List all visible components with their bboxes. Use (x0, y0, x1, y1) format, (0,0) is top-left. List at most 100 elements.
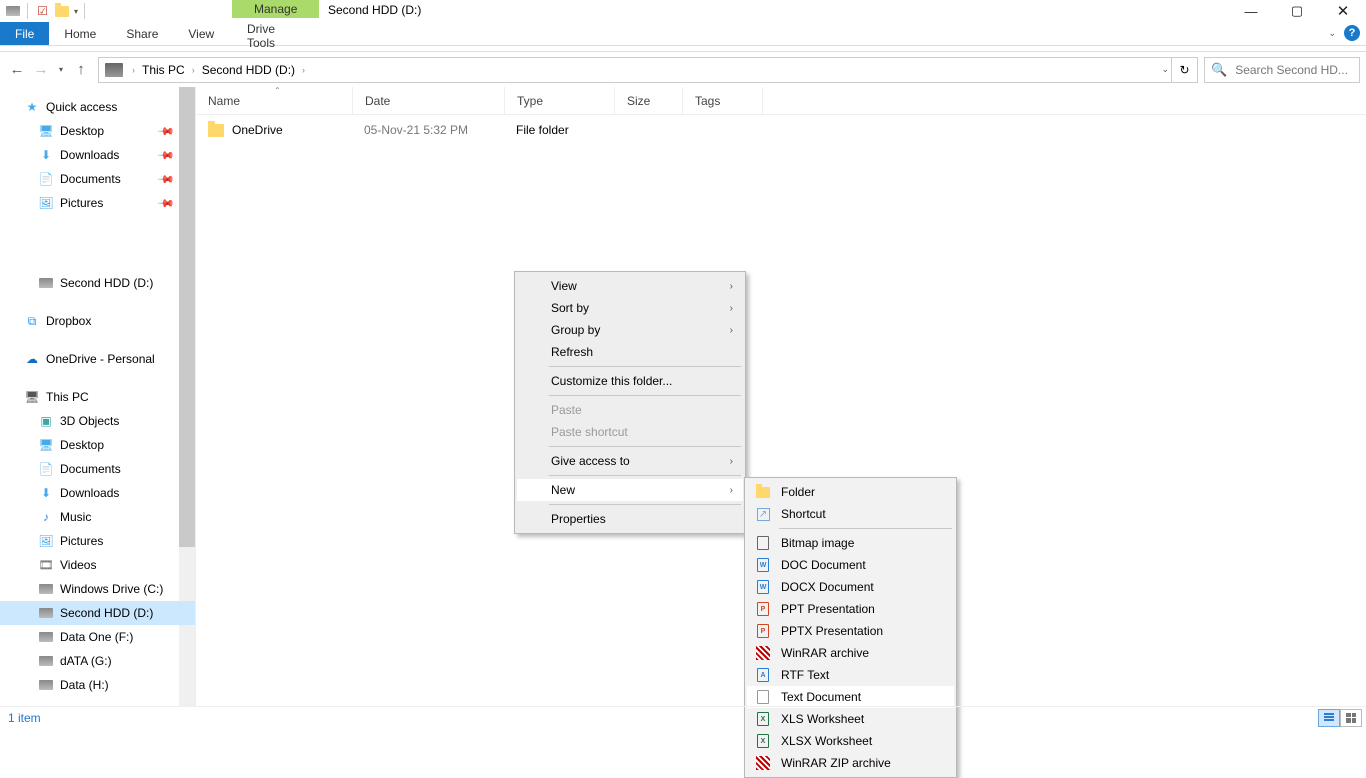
sidebar-music[interactable]: ♪Music (0, 505, 195, 529)
menu-label: Bitmap image (781, 536, 854, 550)
menu-label: PPTX Presentation (781, 624, 883, 638)
sidebar-data-g[interactable]: dATA (G:) (0, 649, 195, 673)
pc-icon: 🖥 (24, 389, 40, 405)
folder-icon (208, 124, 224, 137)
search-input[interactable]: 🔍 Search Second HD... (1204, 57, 1360, 83)
menu-new[interactable]: New› (517, 479, 743, 501)
submenu-shortcut[interactable]: ↗Shortcut (747, 503, 954, 525)
forward-button[interactable]: → (30, 57, 52, 83)
sidebar-this-pc[interactable]: 🖥This PC (0, 385, 195, 409)
sort-indicator-icon: ⌃ (274, 86, 281, 95)
column-tags[interactable]: Tags (683, 87, 763, 114)
menu-paste: Paste (517, 399, 743, 421)
chevron-right-icon[interactable]: › (297, 65, 310, 75)
file-row-onedrive[interactable]: OneDrive 05-Nov-21 5:32 PM File folder (196, 119, 1366, 141)
help-icon[interactable]: ? (1344, 25, 1360, 41)
address-dropdown-icon[interactable]: ⌄ (1161, 64, 1169, 75)
chevron-right-icon: › (730, 456, 733, 467)
sidebar-data-h[interactable]: Data (H:) (0, 673, 195, 697)
history-dropdown-icon[interactable]: ▾ (54, 57, 68, 83)
submenu-txt[interactable]: Text Document (747, 686, 954, 708)
menu-label: Properties (551, 512, 606, 526)
file-name: OneDrive (232, 123, 364, 137)
tab-file[interactable]: File (0, 22, 49, 45)
breadcrumb-drive[interactable]: Second HDD (D:) (200, 63, 297, 77)
contextual-tab-manage[interactable]: Manage (232, 0, 319, 18)
address-bar[interactable]: › This PC › Second HDD (D:) › ⌄ ↻ (98, 57, 1198, 83)
onedrive-icon: ☁ (24, 351, 40, 367)
column-date[interactable]: Date (353, 87, 505, 114)
sidebar-downloads-2[interactable]: ⬇Downloads (0, 481, 195, 505)
submenu-xlsx[interactable]: XXLSX Worksheet (747, 730, 954, 752)
submenu-rar[interactable]: WinRAR archive (747, 642, 954, 664)
sidebar-label: Second HDD (D:) (60, 276, 153, 290)
menu-sort-by[interactable]: Sort by› (517, 297, 743, 319)
tab-drive-tools[interactable]: Drive Tools (232, 22, 310, 50)
submenu-pptx[interactable]: PPPTX Presentation (747, 620, 954, 642)
tab-view[interactable]: View (173, 22, 229, 45)
back-button[interactable]: ← (6, 57, 28, 83)
maximize-button[interactable]: ▢ (1274, 0, 1320, 22)
pictures-icon: 🖼 (38, 533, 54, 549)
tab-share[interactable]: Share (111, 22, 173, 45)
menu-give-access[interactable]: Give access to› (517, 450, 743, 472)
submenu-docx[interactable]: WDOCX Document (747, 576, 954, 598)
submenu-folder[interactable]: Folder (747, 481, 954, 503)
videos-icon: 🎞 (38, 557, 54, 573)
menu-label: WinRAR ZIP archive (781, 756, 891, 770)
sidebar-second-hdd-2[interactable]: Second HDD (D:) (0, 601, 195, 625)
menu-refresh[interactable]: Refresh (517, 341, 743, 363)
menu-label: Sort by (551, 301, 589, 315)
menu-label: Text Document (781, 690, 861, 704)
sidebar-data-one[interactable]: Data One (F:) (0, 625, 195, 649)
sidebar-second-hdd[interactable]: Second HDD (D:) (0, 271, 195, 295)
sidebar-onedrive[interactable]: ☁OneDrive - Personal (0, 347, 195, 371)
desktop-icon: 🖥 (38, 437, 54, 453)
submenu-ppt[interactable]: PPPT Presentation (747, 598, 954, 620)
view-large-icons-button[interactable] (1340, 709, 1362, 727)
up-button[interactable]: ↑ (70, 57, 92, 83)
sidebar-downloads[interactable]: ⬇Downloads📌 (0, 143, 195, 167)
sidebar-videos[interactable]: 🎞Videos (0, 553, 195, 577)
file-list[interactable]: ⌃ Name Date Type Size Tags OneDrive 05-N… (196, 87, 1366, 707)
sidebar-quick-access[interactable]: ★Quick access (0, 95, 195, 119)
chevron-right-icon[interactable]: › (187, 65, 200, 75)
menu-group-by[interactable]: Group by› (517, 319, 743, 341)
properties-qat-icon[interactable]: ☑ (34, 3, 51, 20)
column-size[interactable]: Size (615, 87, 683, 114)
sidebar-documents[interactable]: 📄Documents📌 (0, 167, 195, 191)
sidebar-label: 3D Objects (60, 414, 119, 428)
submenu-bitmap[interactable]: Bitmap image (747, 532, 954, 554)
sidebar-desktop[interactable]: 🖥Desktop📌 (0, 119, 195, 143)
refresh-button[interactable]: ↻ (1171, 58, 1197, 82)
menu-separator (549, 395, 741, 396)
sidebar-3d-objects[interactable]: ▣3D Objects (0, 409, 195, 433)
menu-label: PPT Presentation (781, 602, 875, 616)
menu-properties[interactable]: Properties (517, 508, 743, 530)
menu-view[interactable]: View› (517, 275, 743, 297)
new-folder-qat-icon[interactable] (53, 3, 70, 20)
sidebar-windows-drive[interactable]: Windows Drive (C:) (0, 577, 195, 601)
tab-home[interactable]: Home (49, 22, 111, 45)
menu-label: Paste shortcut (551, 425, 628, 439)
view-details-button[interactable] (1318, 709, 1340, 727)
bitmap-icon (755, 535, 771, 551)
chevron-right-icon[interactable]: › (127, 65, 140, 75)
submenu-doc[interactable]: WDOC Document (747, 554, 954, 576)
sidebar-label: Data (H:) (60, 678, 109, 692)
sidebar-pictures-2[interactable]: 🖼Pictures (0, 529, 195, 553)
zip-icon (755, 755, 771, 771)
breadcrumb-this-pc[interactable]: This PC (140, 63, 187, 77)
sidebar-desktop-2[interactable]: 🖥Desktop (0, 433, 195, 457)
minimize-button[interactable]: — (1228, 0, 1274, 22)
close-button[interactable]: ✕ (1320, 0, 1366, 22)
ribbon-expand-icon[interactable]: ⌄ (1328, 28, 1336, 39)
submenu-zip[interactable]: WinRAR ZIP archive (747, 752, 954, 774)
sidebar-dropbox[interactable]: ⧉Dropbox (0, 309, 195, 333)
menu-customize[interactable]: Customize this folder... (517, 370, 743, 392)
submenu-rtf[interactable]: ARTF Text (747, 664, 954, 686)
sidebar-pictures[interactable]: 🖼Pictures📌 (0, 191, 195, 215)
sidebar-documents-2[interactable]: 📄Documents (0, 457, 195, 481)
qat-dropdown-icon[interactable]: ▾ (74, 7, 78, 16)
column-type[interactable]: Type (505, 87, 615, 114)
